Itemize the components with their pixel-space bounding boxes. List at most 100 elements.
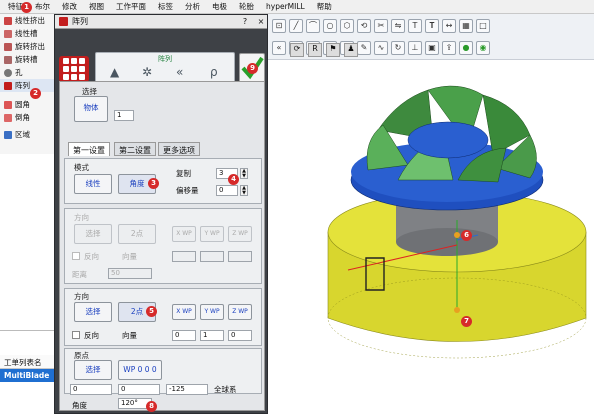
loop-icon[interactable]: ↻: [391, 41, 405, 55]
linear-mode-button[interactable]: 线性: [74, 174, 112, 194]
feature-item-revolve[interactable]: 旋转挤出: [0, 40, 54, 53]
feature-item-pattern[interactable]: 阵列: [0, 79, 54, 92]
direction1-z-wp-button[interactable]: Z WP: [228, 226, 252, 242]
job-list-selected-item[interactable]: MultiBlade: [0, 369, 54, 382]
box-icon[interactable]: □: [476, 19, 490, 33]
select-icon[interactable]: ⊡: [272, 19, 286, 33]
green-circle-icon[interactable]: ●: [459, 41, 473, 55]
feature-item-label: 旋转挤出: [15, 42, 45, 51]
record-icon[interactable]: ◉: [476, 41, 490, 55]
menu-hypermill[interactable]: hyperMILL: [266, 2, 305, 11]
rotate-icon[interactable]: ⟳: [290, 43, 304, 57]
menu-workplane[interactable]: 工作平面: [116, 1, 146, 12]
offset-icon[interactable]: ⟲: [357, 19, 371, 33]
offset-field[interactable]: 0: [216, 185, 238, 196]
origin-z-field[interactable]: -125: [166, 384, 208, 395]
distance-label: 距离: [72, 270, 87, 279]
direction2-select-button[interactable]: 选择: [74, 302, 112, 322]
selection-count-field[interactable]: 1: [114, 110, 134, 121]
feature-item-label: 线性挤出: [15, 16, 45, 25]
direction2-vec-z-field[interactable]: 0: [228, 330, 252, 341]
text-bold-icon[interactable]: 𝐓: [425, 19, 439, 33]
feature-item-chamfer[interactable]: 倒角: [0, 111, 54, 124]
direction1-reverse-label: 反向: [84, 252, 99, 261]
feature-item-fillet[interactable]: 圆角: [0, 98, 54, 111]
direction1-vec-y-field[interactable]: [200, 251, 224, 262]
gear-icon[interactable]: ✲: [142, 65, 152, 79]
dialog-titlebar: 阵列 ? ×: [55, 15, 267, 29]
feature-item-hole[interactable]: 孔: [0, 66, 54, 79]
step-badge-5: 5: [146, 306, 157, 317]
object-select-button[interactable]: 物体: [74, 96, 108, 122]
help-icon[interactable]: ?: [239, 17, 251, 26]
direction1-vec-x-field[interactable]: [172, 251, 196, 262]
tab-first-settings[interactable]: 第一设置: [68, 142, 110, 156]
menu-electrode[interactable]: 电极: [212, 1, 227, 12]
origin-y-field[interactable]: 0: [118, 384, 160, 395]
direction2-reverse-checkbox[interactable]: [72, 331, 80, 339]
flag-icon[interactable]: ⚑: [326, 43, 340, 57]
direction1-two-point-button[interactable]: 2点: [118, 224, 156, 244]
tab-more-options[interactable]: 更多选项: [158, 142, 200, 156]
toolbar-row-1: ⊡ ╱ ⌒ ○ ⬡ ⟲ ✂ ⇋ T 𝐓 ↔ ▦ □: [272, 16, 490, 36]
menu-help[interactable]: 帮助: [317, 1, 332, 12]
mode-selector[interactable]: 阵列 ▲ ✲ « ρ: [95, 52, 235, 84]
direction2-y-wp-button[interactable]: Y WP: [200, 304, 224, 320]
double-chevron-left-icon[interactable]: «: [176, 65, 183, 79]
mirror-icon[interactable]: ⇋: [391, 19, 405, 33]
origin-wp-button[interactable]: WP 0 0 0: [118, 360, 162, 380]
menu-view[interactable]: 视图: [89, 1, 104, 12]
arc-icon[interactable]: ⌒: [306, 19, 320, 33]
menu-modify[interactable]: 修改: [62, 1, 77, 12]
trim-icon[interactable]: ✂: [374, 19, 388, 33]
feature-item-linear-extrude[interactable]: 线性挤出: [0, 14, 54, 27]
curve-icon[interactable]: ∿: [374, 41, 388, 55]
mode-label: 阵列: [158, 55, 172, 63]
feature-panel: 线性挤出 线性槽 旋转挤出 旋转槽 孔 阵列 圆角 倒角 区域: [0, 14, 54, 154]
wrench-icon[interactable]: ρ: [210, 65, 218, 79]
origin-select-button[interactable]: 选择: [74, 360, 112, 380]
dimension-icon[interactable]: ↔: [442, 19, 456, 33]
copy-spinner[interactable]: ▲ ▼: [240, 168, 248, 179]
direction2-vec-x-field[interactable]: 0: [172, 330, 196, 341]
direction1-x-wp-button[interactable]: X WP: [172, 226, 196, 242]
text-icon[interactable]: T: [408, 19, 422, 33]
reset-view-icon[interactable]: R: [308, 43, 322, 57]
tab-second-settings[interactable]: 第二设置: [114, 142, 156, 156]
line-icon[interactable]: ╱: [289, 19, 303, 33]
direction1-select-button[interactable]: 选择: [74, 224, 112, 244]
export-icon[interactable]: ⇪: [442, 41, 456, 55]
step-badge-9: 9: [247, 63, 258, 74]
direction2-vec-y-field[interactable]: 1: [200, 330, 224, 341]
direction1-y-wp-button[interactable]: Y WP: [200, 226, 224, 242]
feature-item-label: 倒角: [15, 113, 30, 122]
menu-boolean[interactable]: 布尔: [35, 1, 50, 12]
feature-item-label: 孔: [15, 68, 23, 77]
origin-x-field[interactable]: 0: [70, 384, 112, 395]
direction1-vec-z-field[interactable]: [228, 251, 252, 262]
close-icon[interactable]: ×: [255, 17, 267, 26]
circle-icon[interactable]: ○: [323, 19, 337, 33]
feature-item-revolve-groove[interactable]: 旋转槽: [0, 53, 54, 66]
menu-tire[interactable]: 轮胎: [239, 1, 254, 12]
person-icon[interactable]: ♟: [344, 43, 358, 57]
direction2-z-wp-button[interactable]: Z WP: [228, 304, 252, 320]
part-model: [327, 85, 587, 359]
distance-field[interactable]: 50: [108, 268, 152, 279]
direction2-x-wp-button[interactable]: X WP: [172, 304, 196, 320]
save-icon[interactable]: ▣: [425, 41, 439, 55]
3d-viewport[interactable]: [268, 60, 594, 416]
menu-analysis[interactable]: 分析: [185, 1, 200, 12]
mode-title: 模式: [74, 163, 89, 172]
feature-item-label: 旋转槽: [15, 55, 38, 64]
offset-spinner[interactable]: ▲ ▼: [240, 185, 248, 196]
triangle-icon[interactable]: ▲: [110, 65, 119, 79]
feature-item-linear-groove[interactable]: 线性槽: [0, 27, 54, 40]
menu-labels[interactable]: 标签: [158, 1, 173, 12]
grid-icon[interactable]: ▦: [459, 19, 473, 33]
pen-icon[interactable]: ✎: [357, 41, 371, 55]
feature-item-region[interactable]: 区域: [0, 128, 54, 141]
measure-icon[interactable]: ⊥: [408, 41, 422, 55]
polygon-icon[interactable]: ⬡: [340, 19, 354, 33]
direction1-reverse-checkbox[interactable]: [72, 252, 80, 260]
